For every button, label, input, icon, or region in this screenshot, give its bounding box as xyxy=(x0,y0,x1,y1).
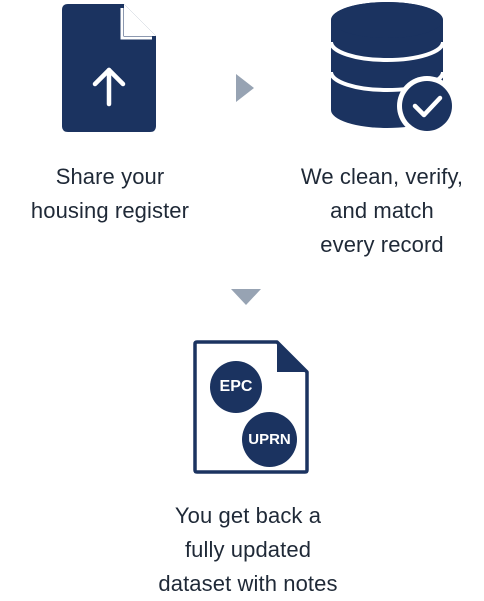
step-3-caption-line-2: fully updated xyxy=(184,537,312,562)
step-1 xyxy=(62,4,156,132)
step-2 xyxy=(331,2,461,136)
upload-document-icon xyxy=(62,4,156,132)
uprn-badge: UPRN xyxy=(242,412,297,467)
epc-badge-label: EPC xyxy=(219,378,253,395)
step-1-caption-line-1: Share your xyxy=(55,164,165,189)
step-2-caption-line-3: every record xyxy=(320,232,444,257)
arrow-right-icon xyxy=(236,74,254,102)
step-3-caption: You get back a fully updated dataset wit… xyxy=(132,499,364,601)
uprn-badge-label: UPRN xyxy=(248,431,291,448)
connector-right xyxy=(236,74,254,102)
step-3-caption-line-1: You get back a xyxy=(174,503,322,528)
step-1-caption: Share your housing register xyxy=(0,160,220,228)
step-1-caption-line-2: housing register xyxy=(30,198,190,223)
step-2-caption-line-1: We clean, verify, xyxy=(300,164,464,189)
step-3: EPC UPRN xyxy=(193,340,309,474)
step-2-caption-line-2: and match xyxy=(330,198,434,223)
database-check-icon xyxy=(331,2,457,136)
arrow-down-icon xyxy=(231,289,261,305)
step-2-caption: We clean, verify, and match every record xyxy=(280,160,484,262)
step-3-caption-line-3: dataset with notes xyxy=(158,571,338,596)
epc-badge: EPC xyxy=(210,361,262,413)
connector-down xyxy=(231,289,261,305)
